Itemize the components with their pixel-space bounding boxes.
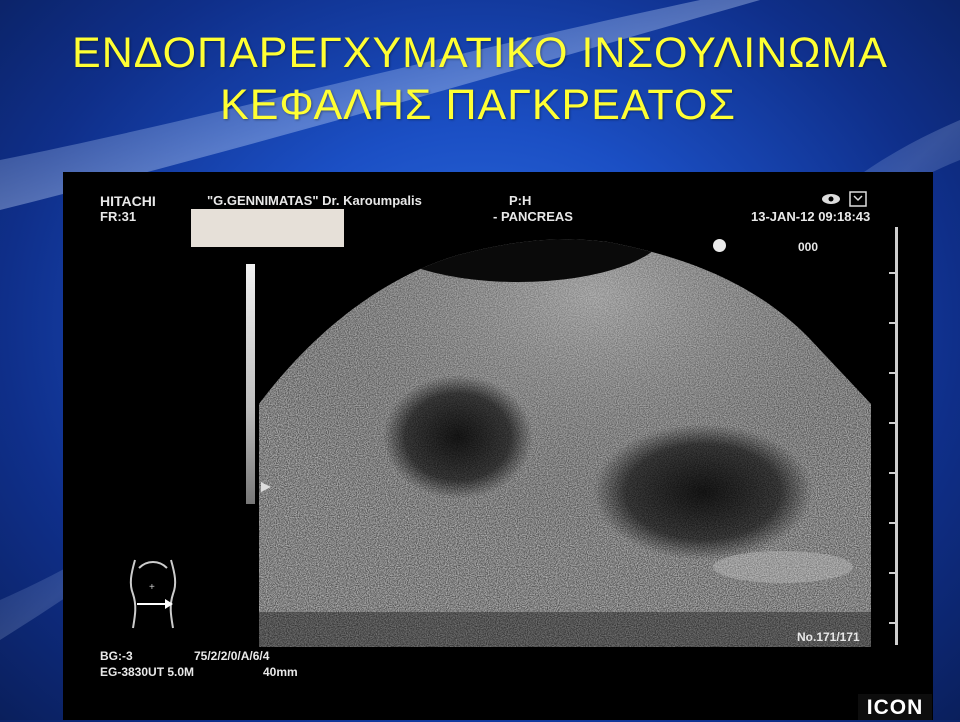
ultrasound-image: HITACHI FR:31 "G.GENNIMATAS" Dr. Karoump… [63, 172, 933, 720]
svg-text:+: + [149, 582, 155, 593]
icon-logo: ICON [858, 694, 932, 720]
frame-counter: No.171/171 [797, 630, 860, 644]
param-main: 75/2/2/0/A/6/4 [194, 649, 270, 663]
param-bg: BG:-3 [100, 649, 133, 663]
scope-model: EG-3830UT 5.0M [100, 665, 195, 679]
slide-title-line2: ΚΕΦΑΛΗΣ ΠΑΓΚΡΕΑΤΟΣ [220, 81, 736, 129]
slide-title-line1: ΕΝΔΟΠΑΡΕΓΧΥΜΑΤΙΚΟ ΙΝΣΟΥΛΙΝΩΜΑ [72, 29, 888, 77]
body-marker-icon: + [129, 559, 177, 629]
depth-label: 40mm [263, 665, 298, 679]
